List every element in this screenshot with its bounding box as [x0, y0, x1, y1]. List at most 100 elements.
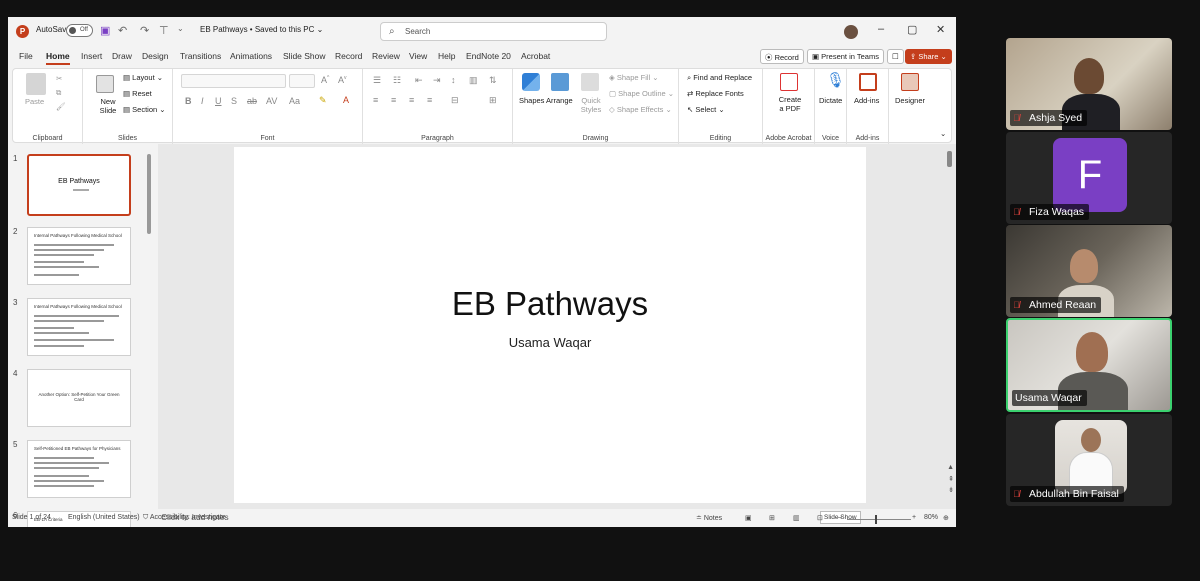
- editor-scrollbar[interactable]: [947, 151, 952, 167]
- tab-home[interactable]: Home: [46, 51, 70, 65]
- bold-icon[interactable]: B: [185, 96, 192, 106]
- tab-transitions[interactable]: Transitions: [180, 51, 221, 61]
- tab-endnote[interactable]: EndNote 20: [466, 51, 511, 61]
- align-left-icon[interactable]: ≡: [373, 95, 378, 105]
- italic-icon[interactable]: I: [201, 96, 204, 106]
- reading-view-icon[interactable]: ▥: [793, 514, 800, 522]
- layout-button[interactable]: ▤ Layout ⌄: [123, 73, 163, 82]
- shapes-button[interactable]: Shapes: [519, 96, 544, 105]
- zoom-level[interactable]: 80%: [924, 514, 938, 521]
- align-center-icon[interactable]: ≡: [391, 95, 396, 105]
- shape-outline-button[interactable]: ▢ Shape Outline ⌄: [609, 89, 674, 98]
- align-text-icon[interactable]: ⊟: [451, 95, 459, 106]
- minimize-icon[interactable]: –: [878, 23, 884, 35]
- character-spacing-icon[interactable]: AV: [266, 96, 277, 106]
- quick-styles-icon[interactable]: [581, 73, 599, 91]
- strikethrough-icon[interactable]: ab: [247, 96, 257, 106]
- create-pdf-icon[interactable]: [780, 73, 798, 91]
- present-from-beginning-icon[interactable]: ⊤: [159, 24, 169, 37]
- text-direction-icon[interactable]: ⇅: [489, 75, 497, 86]
- shape-fill-button[interactable]: ◈ Shape Fill ⌄: [609, 73, 659, 82]
- current-slide[interactable]: EB Pathways Usama Waqar: [234, 147, 866, 503]
- dictate-button[interactable]: Dictate: [819, 96, 842, 105]
- participant-tile[interactable]: F 🎙̸ Fiza Waqas: [1006, 132, 1172, 224]
- designer-button[interactable]: Designer: [895, 96, 925, 105]
- zoom-slider[interactable]: [847, 515, 911, 524]
- decrease-font-icon[interactable]: Av: [338, 75, 347, 85]
- increase-indent-icon[interactable]: ⇥: [433, 75, 441, 86]
- participant-tile[interactable]: 🎙̸ Abdullah Bin Faisal: [1006, 414, 1172, 506]
- language-indicator[interactable]: English (United States): [68, 514, 140, 521]
- line-spacing-icon[interactable]: ↕: [451, 75, 456, 85]
- tab-help[interactable]: Help: [438, 51, 455, 61]
- document-title[interactable]: EB Pathways • Saved to this PC ⌄: [200, 25, 323, 34]
- accessibility-button[interactable]: ⛉ Accessibility: Investigate: [143, 514, 226, 522]
- tab-record[interactable]: Record: [335, 51, 362, 61]
- columns-icon[interactable]: ▥: [469, 75, 478, 86]
- collapse-ribbon-icon[interactable]: ⌄: [940, 129, 946, 138]
- increase-font-icon[interactable]: A^: [321, 75, 329, 85]
- addins-icon[interactable]: [859, 73, 877, 91]
- create-pdf-button[interactable]: Create a PDF: [776, 95, 804, 113]
- search-box[interactable]: ⌕ Search: [380, 22, 607, 41]
- next-slide-icon[interactable]: ⇟: [948, 486, 954, 494]
- shapes-icon[interactable]: [522, 73, 540, 91]
- undo-icon[interactable]: ↶: [118, 24, 127, 37]
- tab-acrobat[interactable]: Acrobat: [521, 51, 550, 61]
- slide-sorter-icon[interactable]: ⊞: [769, 514, 775, 522]
- slide-thumbnail[interactable]: Internal Pathways Following Medical Scho…: [27, 298, 131, 356]
- slide-thumbnail[interactable]: Self-Petitioned EB Pathways for Physicia…: [27, 440, 131, 498]
- designer-icon[interactable]: [901, 73, 919, 91]
- text-shadow-icon[interactable]: S: [231, 96, 237, 106]
- normal-view-icon[interactable]: ▣: [745, 514, 752, 522]
- font-size-box[interactable]: [289, 74, 315, 88]
- slide-thumbnail[interactable]: Internal Pathways Following Medical Scho…: [27, 227, 131, 285]
- close-icon[interactable]: ✕: [936, 23, 945, 36]
- tab-animations[interactable]: Animations: [230, 51, 272, 61]
- paste-button[interactable]: Paste: [25, 97, 44, 106]
- justify-icon[interactable]: ≡: [427, 95, 432, 105]
- slide-subtitle[interactable]: Usama Waqar: [234, 335, 866, 350]
- arrange-button[interactable]: Arrange: [546, 96, 573, 105]
- decrease-indent-icon[interactable]: ⇤: [415, 75, 423, 86]
- participant-tile[interactable]: 🎙̸ Ashja Syed: [1006, 38, 1172, 130]
- tab-draw[interactable]: Draw: [112, 51, 132, 61]
- slide-show-icon[interactable]: ⊡: [817, 514, 823, 522]
- comments-icon[interactable]: ☐: [887, 49, 904, 64]
- numbering-icon[interactable]: ☷: [393, 75, 401, 86]
- participant-tile-active-speaker[interactable]: Usama Waqar: [1006, 318, 1172, 412]
- tab-design[interactable]: Design: [142, 51, 168, 61]
- reset-button[interactable]: ▤ Reset: [123, 89, 152, 98]
- quick-styles-button[interactable]: Quick Styles: [577, 96, 605, 114]
- previous-slide-icon[interactable]: ⇞: [948, 475, 954, 483]
- maximize-icon[interactable]: ▢: [907, 23, 917, 36]
- paste-icon[interactable]: [26, 73, 46, 95]
- select-button[interactable]: ↖ Select ⌄: [687, 105, 725, 114]
- tab-file[interactable]: File: [19, 51, 33, 61]
- font-color-icon[interactable]: A: [343, 95, 349, 105]
- bullets-icon[interactable]: ☰: [373, 75, 381, 86]
- copy-icon[interactable]: ⧉: [56, 88, 61, 98]
- zoom-in-icon[interactable]: +: [912, 514, 916, 521]
- format-painter-icon[interactable]: 🖌: [56, 102, 66, 111]
- participant-tile[interactable]: 🎙̸ Ahmed Reaan: [1006, 225, 1172, 317]
- highlight-icon[interactable]: ✎: [319, 95, 327, 106]
- record-button[interactable]: ⦿ Record: [760, 49, 804, 64]
- smartart-icon[interactable]: ⊞: [489, 95, 497, 106]
- slide-thumbnail[interactable]: EB Pathways: [27, 154, 131, 216]
- redo-icon[interactable]: ↷: [140, 24, 149, 37]
- customize-toolbar-icon[interactable]: ⌄: [177, 24, 184, 33]
- cut-icon[interactable]: ✂: [56, 74, 62, 83]
- tab-review[interactable]: Review: [372, 51, 400, 61]
- autosave-toggle[interactable]: Off: [66, 24, 93, 37]
- underline-icon[interactable]: U: [215, 96, 222, 106]
- slide-thumbnail[interactable]: Another Option: Self-Petition Your Green…: [27, 369, 131, 427]
- scroll-up-icon[interactable]: ▲: [947, 464, 954, 471]
- notes-button[interactable]: ≐ Notes: [696, 514, 722, 522]
- zoom-slider-thumb[interactable]: [875, 515, 877, 524]
- user-avatar[interactable]: [844, 25, 858, 39]
- change-case-icon[interactable]: Aa: [289, 96, 300, 106]
- arrange-icon[interactable]: [551, 73, 569, 91]
- replace-fonts-button[interactable]: ⇄ Replace Fonts: [687, 89, 744, 98]
- font-name-box[interactable]: [181, 74, 286, 88]
